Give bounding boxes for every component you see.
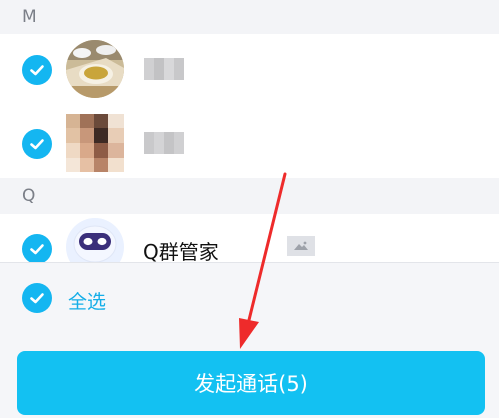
section-header-q: Q [0,178,499,214]
section-label: M [22,7,37,27]
check-icon[interactable] [22,129,52,159]
robot-avatar [66,218,124,262]
section-header-m: M [0,0,499,34]
avatar [66,40,124,98]
contact-name-blurred [144,132,184,154]
image-icon [287,236,315,256]
contact-row[interactable] [0,34,499,106]
contact-name: Q群管家 [143,240,219,262]
start-call-button[interactable]: 发起通话(5) [17,351,485,415]
contact-name-blurred [144,58,184,80]
check-icon[interactable] [22,234,52,262]
avatar [66,114,124,172]
contact-row[interactable] [0,106,499,178]
section-label: Q [22,186,36,206]
contact-row[interactable]: Q群管家 [0,214,499,262]
check-icon[interactable] [22,55,52,85]
select-all-checkbox[interactable] [22,283,52,313]
bottom-action-bar: 全选 发起通话(5) [0,262,499,418]
select-all-label[interactable]: 全选 [68,287,106,314]
